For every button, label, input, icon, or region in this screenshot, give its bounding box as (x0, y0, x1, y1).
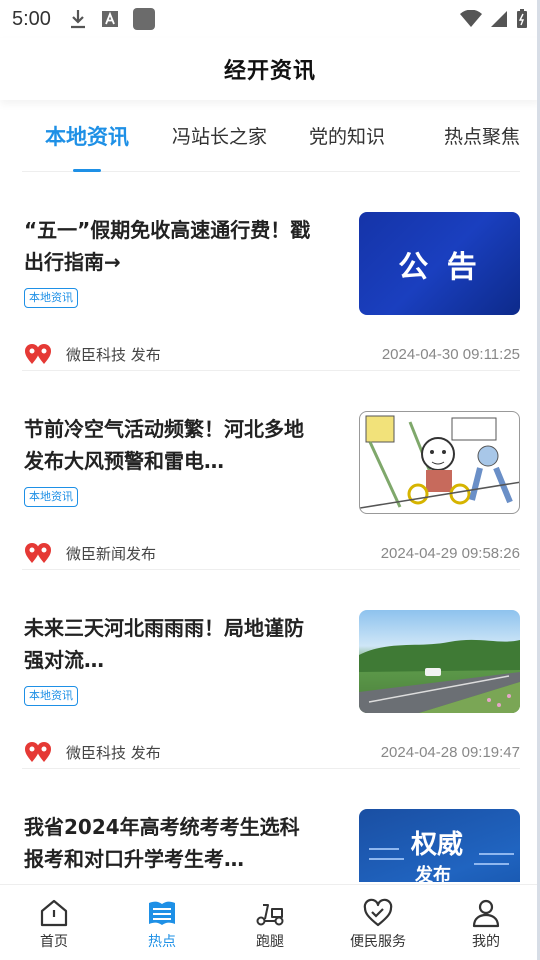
battery-icon (517, 9, 527, 28)
news-title[interactable]: 未来三天河北雨雨雨！局地谨防强对流… (24, 612, 314, 676)
road-photo (359, 639, 520, 713)
nav-label: 便民服务 (350, 934, 406, 950)
nav-home[interactable]: 首页 (0, 885, 108, 960)
download-icon (70, 10, 85, 29)
source-name: 微臣科技 发布 (66, 345, 161, 364)
tab-party-knowledge[interactable]: 党的知识 (287, 100, 407, 172)
status-bar: 5:00 (0, 0, 540, 38)
heart-service-icon (363, 898, 393, 927)
scooter-icon (256, 904, 284, 926)
source-logo-icon (25, 543, 51, 563)
news-title[interactable]: “五一”假期免收高速通行费！戳出行指南→ (24, 214, 314, 278)
app-notification-icon (132, 8, 155, 30)
news-tag: 本地资讯 (24, 288, 78, 308)
app-header: 经开资讯 (0, 38, 540, 100)
news-item[interactable]: 节前冷空气活动频繁！河北多地发布大风预警和雷电… 本地资讯 微臣新闻发布 202… (22, 371, 520, 570)
source-logo-icon (25, 742, 51, 762)
news-tag: 本地资讯 (24, 487, 78, 507)
nav-label: 我的 (472, 934, 500, 950)
news-meta: 微臣科技 发布 2024-04-30 09:11:25 (24, 342, 520, 366)
home-icon (40, 899, 68, 927)
news-item[interactable]: 我省2024年高考统考考生选科报考和对口升学考生考… 权威 发布 (22, 769, 520, 882)
news-tag: 本地资讯 (24, 686, 78, 706)
news-item[interactable]: “五一”假期免收高速通行费！戳出行指南→ 本地资讯 公 告 微臣科技 发布 20… (22, 172, 520, 371)
source-logo-icon (25, 344, 51, 364)
news-thumbnail[interactable]: 公 告 (359, 212, 520, 315)
signal-icon (491, 11, 507, 27)
thumbnail-text: 权威 (410, 829, 463, 860)
news-icon (149, 901, 175, 925)
news-meta: 微臣新闻发布 2024-04-29 09:58:26 (24, 541, 520, 565)
news-thumbnail[interactable] (359, 610, 520, 713)
page-title: 经开资讯 (223, 59, 316, 84)
status-time: 5:00 (12, 7, 51, 30)
nav-hot[interactable]: 热点 (108, 885, 216, 960)
news-thumbnail[interactable] (359, 411, 520, 514)
thumbnail-text: 发布 (414, 864, 451, 882)
comic-illustration (360, 415, 519, 509)
authority-release-graphic: 权威 发布 (369, 829, 514, 882)
person-icon (472, 899, 500, 928)
nav-label: 首页 (40, 934, 68, 950)
publish-date: 2024-04-28 09:19:47 (380, 743, 520, 761)
news-title[interactable]: 节前冷空气活动频繁！河北多地发布大风预警和雷电… (24, 413, 314, 477)
publish-date: 2024-04-30 09:11:25 (381, 345, 520, 363)
nav-label: 热点 (148, 934, 176, 950)
publish-date: 2024-04-29 09:58:26 (380, 544, 520, 562)
source-name: 微臣新闻发布 (66, 544, 157, 563)
nav-convenience-service[interactable]: 便民服务 (324, 885, 432, 960)
news-item[interactable]: 未来三天河北雨雨雨！局地谨防强对流… 本地资讯 微臣科技 发布 2024-04-… (22, 570, 520, 769)
nav-mine[interactable]: 我的 (432, 885, 540, 960)
news-list: “五一”假期免收高速通行费！戳出行指南→ 本地资讯 公 告 微臣科技 发布 20… (22, 172, 520, 882)
thumbnail-text: 公 告 (398, 249, 481, 285)
tab-local-news[interactable]: 本地资讯 (22, 100, 152, 172)
nav-label: 跑腿 (256, 934, 284, 950)
news-meta: 微臣科技 发布 2024-04-28 09:19:47 (24, 740, 520, 764)
source-name: 微臣科技 发布 (66, 743, 161, 762)
news-thumbnail[interactable]: 权威 发布 (359, 809, 520, 882)
font-a-icon (101, 11, 118, 27)
news-title[interactable]: 我省2024年高考统考考生选科报考和对口升学考生考… (24, 811, 314, 875)
category-tabs: 本地资讯 冯站长之家 党的知识 热点聚焦 (22, 100, 520, 172)
bottom-navigation: 首页 热点 跑腿 便民服务 我的 (0, 884, 540, 960)
tab-station-master-home[interactable]: 冯站长之家 (152, 100, 287, 172)
wifi-icon (460, 10, 482, 27)
nav-errand[interactable]: 跑腿 (216, 885, 324, 960)
tab-hot-focus[interactable]: 热点聚焦 (407, 100, 520, 172)
